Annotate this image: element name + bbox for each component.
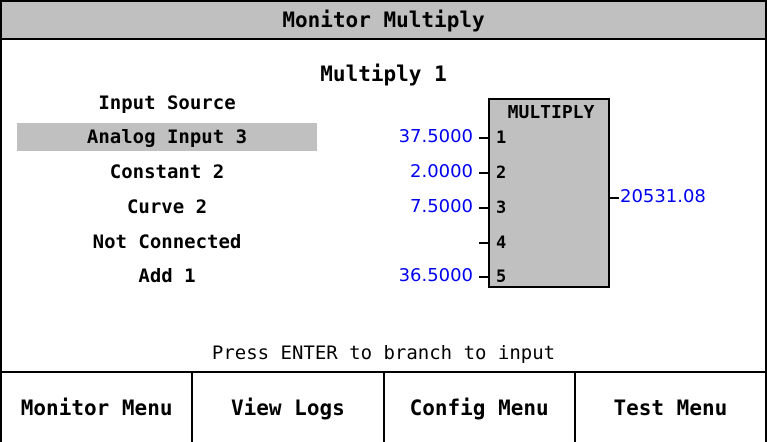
screen-title: Monitor Multiply (2, 2, 765, 40)
input-source-4[interactable]: Not Connected (17, 228, 317, 256)
multiply-block-title: MULTIPLY (507, 102, 595, 123)
softkey-bar: Monitor Menu View Logs Config Menu Test … (2, 371, 765, 442)
monitor-menu-button[interactable]: Monitor Menu (2, 373, 194, 442)
block-name: Multiply 1 (320, 62, 447, 86)
input-connector-5 (479, 276, 488, 278)
input-value-1: 37.5000 (398, 126, 473, 147)
input-source-2[interactable]: Constant 2 (17, 158, 317, 186)
output-value: 20531.08 (620, 186, 706, 207)
input-connector-3 (479, 207, 488, 209)
monitor-screen: Monitor Multiply Multiply 1 Input Source… (0, 0, 767, 442)
view-logs-button[interactable]: View Logs (193, 373, 385, 442)
input-source-5[interactable]: Add 1 (17, 262, 317, 290)
config-menu-button[interactable]: Config Menu (384, 373, 576, 442)
input-source-header: Input Source (98, 92, 236, 114)
pin-label-1: 1 (496, 128, 507, 148)
output-connector (610, 197, 619, 199)
pin-label-4: 4 (496, 233, 507, 253)
input-connector-1 (479, 137, 488, 139)
test-menu-button[interactable]: Test Menu (575, 373, 765, 442)
input-source-1[interactable]: Analog Input 3 (17, 123, 317, 151)
input-connector-2 (479, 172, 488, 174)
input-value-3: 7.5000 (410, 196, 473, 217)
pin-label-5: 5 (496, 267, 507, 287)
input-value-2: 2.0000 (410, 161, 473, 182)
input-connector-4 (479, 242, 488, 244)
input-source-3[interactable]: Curve 2 (17, 193, 317, 221)
multiply-block: MULTIPLY 1 2 3 4 5 (488, 98, 610, 288)
input-value-5: 36.5000 (398, 265, 473, 286)
hint-text: Press ENTER to branch to input (211, 342, 556, 364)
pin-label-2: 2 (496, 163, 507, 183)
pin-label-3: 3 (496, 198, 507, 218)
